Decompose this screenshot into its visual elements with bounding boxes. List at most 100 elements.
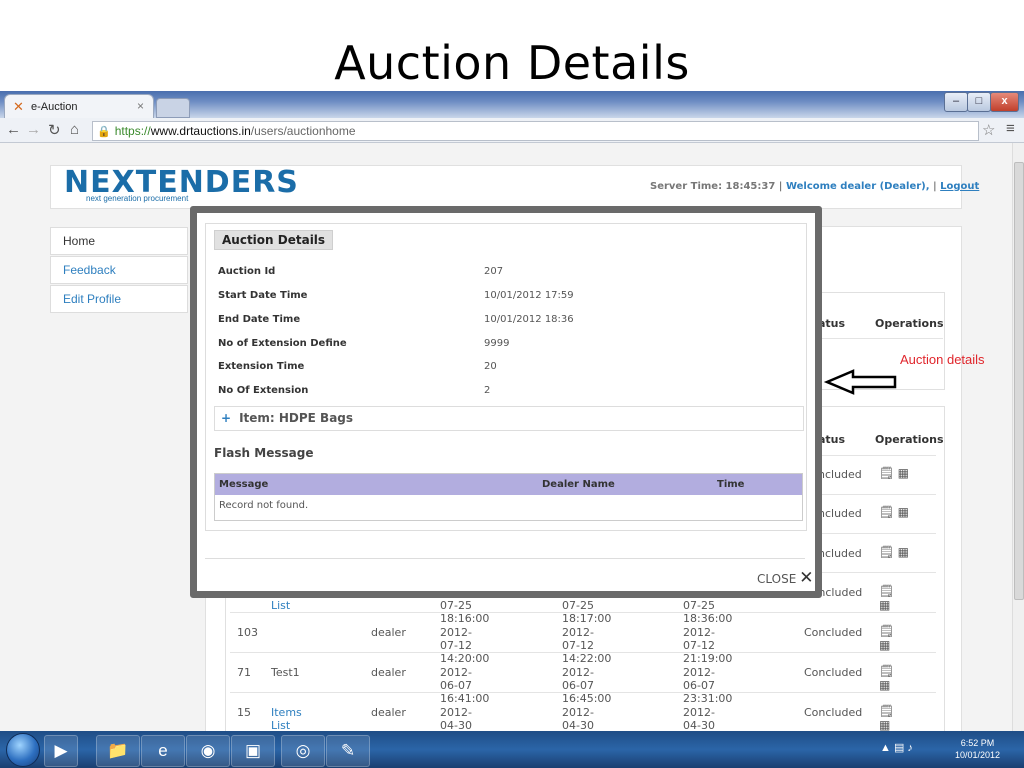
- flash-table-header: Message Dealer Name Time: [215, 474, 802, 495]
- items-grid-icon[interactable]: ▦: [879, 638, 890, 652]
- user-cell: dealer: [371, 666, 406, 679]
- column-header-message: Message: [219, 479, 269, 490]
- items-grid-icon[interactable]: ▦: [898, 466, 909, 480]
- modal-legend: Auction Details: [214, 230, 334, 250]
- items-grid-icon[interactable]: ▦: [898, 545, 909, 559]
- items-grid-icon[interactable]: ▦: [898, 505, 909, 519]
- server-info: Server Time: 18:45:37 | Welcome dealer (…: [650, 181, 979, 192]
- back-icon[interactable]: ←: [6, 121, 21, 138]
- row-operations: 🗒 ▦: [879, 584, 894, 612]
- clock-time: 6:52 PM: [960, 738, 995, 748]
- reload-icon[interactable]: ↻: [48, 121, 61, 139]
- view-details-icon[interactable]: 🗒: [879, 664, 894, 678]
- window-close-button[interactable]: x: [990, 92, 1019, 112]
- url-protocol: https://: [114, 124, 151, 138]
- end-time-cell: 2012-07-12 14:22:00: [562, 626, 612, 665]
- taskbar-clock[interactable]: 6:52 PM 10/01/2012: [955, 737, 1000, 761]
- system-tray: ▲ ▤ ♪: [880, 741, 913, 754]
- file-explorer-icon[interactable]: 📁: [96, 735, 140, 767]
- tray-expand-icon[interactable]: ▲: [880, 742, 891, 754]
- bookmark-star-icon[interactable]: ☆: [982, 121, 995, 139]
- items-grid-icon[interactable]: ▦: [879, 678, 890, 692]
- new-tab-button[interactable]: [156, 98, 190, 118]
- internet-explorer-icon[interactable]: e: [141, 735, 185, 767]
- row-line: [230, 612, 936, 613]
- row-operations: 🗒 ▦: [879, 545, 909, 559]
- detail-value: 10/01/2012 18:36: [484, 314, 574, 325]
- browser-tab-e-auction[interactable]: ✕ e-Auction ×: [4, 94, 154, 119]
- item-expander[interactable]: + Item: HDPE Bags: [214, 406, 804, 431]
- logout-link[interactable]: Logout: [940, 181, 979, 192]
- flash-message-table: Message Dealer Name Time Record not foun…: [214, 473, 803, 521]
- items-grid-icon[interactable]: ▦: [879, 598, 890, 612]
- row-operations: 🗒 ▦: [879, 624, 894, 652]
- server-time: Server Time: 18:45:37 |: [650, 181, 783, 192]
- auction-name-cell: Test1: [271, 666, 300, 679]
- view-details-icon[interactable]: 🗒: [879, 466, 894, 480]
- network-icon[interactable]: ▤: [894, 742, 904, 754]
- status-cell: Concluded: [804, 706, 863, 719]
- column-header-time: Time: [717, 479, 745, 490]
- minimize-button[interactable]: –: [944, 92, 968, 112]
- close-icon[interactable]: ✕: [799, 568, 813, 588]
- close-button[interactable]: CLOSE ✕: [757, 568, 814, 588]
- user-cell: dealer: [371, 626, 406, 639]
- clock-date: 10/01/2012: [955, 750, 1001, 760]
- column-header-dealer-name: Dealer Name: [542, 479, 615, 490]
- tab-close-icon[interactable]: ×: [137, 99, 144, 113]
- window-controls: – □ x: [944, 92, 1019, 112]
- auction-details-modal: Auction Details Auction Id 207 Start Dat…: [190, 206, 822, 598]
- close-label: CLOSE: [757, 572, 797, 586]
- sidebar-item-feedback[interactable]: Feedback: [50, 256, 188, 284]
- flash-empty-message: Record not found.: [219, 500, 309, 511]
- favicon-icon: ✕: [13, 99, 24, 114]
- maximize-button[interactable]: □: [967, 92, 991, 112]
- grid2-operations-header: Operations: [875, 433, 944, 446]
- firefox-icon[interactable]: ◉: [186, 735, 230, 767]
- view-details-icon[interactable]: 🗒: [879, 704, 894, 718]
- detail-value: 207: [484, 266, 504, 277]
- sidebar-item-home[interactable]: Home: [50, 227, 188, 255]
- actual-end-cell: 2012-07-12 21:19:00: [683, 626, 733, 665]
- view-details-icon[interactable]: 🗒: [879, 505, 894, 519]
- side-menu: Home Feedback Edit Profile: [50, 227, 188, 314]
- status-cell: ncluded: [818, 547, 862, 560]
- annotation-text: Auction details: [900, 352, 985, 367]
- detail-value: 2: [484, 385, 491, 396]
- actual-end-cell: 2012-06-07 23:31:00: [683, 666, 733, 705]
- auction-name-link[interactable]: Items List: [271, 706, 302, 732]
- browser-menu-icon[interactable]: ≡: [1006, 120, 1015, 137]
- view-details-icon[interactable]: 🗒: [879, 545, 894, 559]
- detail-label: No of Extension Define: [218, 338, 347, 349]
- view-details-icon[interactable]: 🗒: [879, 624, 894, 638]
- item-label: Item: HDPE Bags: [239, 411, 354, 425]
- sidebar-item-edit-profile[interactable]: Edit Profile: [50, 285, 188, 313]
- url-input[interactable]: 🔒 https://www.drtauctions.in/users/auctio…: [92, 121, 979, 141]
- auction-id-cell: 103: [237, 626, 258, 639]
- header-separator: |: [933, 181, 937, 192]
- start-button[interactable]: [6, 733, 40, 767]
- forward-icon[interactable]: →: [26, 121, 41, 138]
- volume-icon[interactable]: ♪: [907, 742, 913, 754]
- items-grid-icon[interactable]: ▦: [879, 718, 890, 732]
- start-time-cell: 2012-06-07 16:41:00: [440, 666, 490, 705]
- auction-id-cell: 15: [237, 706, 251, 719]
- chrome-icon[interactable]: ◎: [281, 735, 325, 767]
- expand-plus-icon[interactable]: +: [221, 411, 231, 425]
- scrollbar-thumb[interactable]: [1014, 162, 1024, 600]
- row-line: [230, 692, 936, 693]
- detail-value: 9999: [484, 338, 510, 349]
- paint-icon[interactable]: ✎: [326, 735, 370, 767]
- annotation-arrow-icon: [823, 369, 897, 395]
- row-operations: 🗒 ▦: [879, 466, 909, 480]
- tab-title: e-Auction: [31, 101, 78, 113]
- powerpoint-icon[interactable]: ▣: [231, 735, 275, 767]
- status-cell: ncluded: [818, 468, 862, 481]
- detail-label: Start Date Time: [218, 290, 308, 301]
- view-details-icon[interactable]: 🗒: [879, 584, 894, 598]
- media-player-icon[interactable]: ▶: [44, 735, 78, 767]
- home-icon[interactable]: ⌂: [70, 121, 79, 138]
- auction-id-cell: 71: [237, 666, 251, 679]
- row-line: [230, 652, 936, 653]
- row-operations: 🗒 ▦: [879, 505, 909, 519]
